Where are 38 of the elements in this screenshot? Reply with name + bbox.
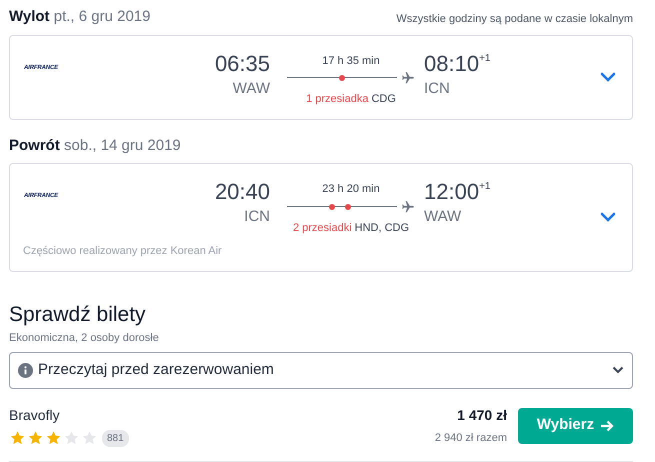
- timezone-note: Wszystkie godziny są podane w czasie lokalnym: [396, 12, 633, 27]
- day-offset: +1: [479, 180, 490, 194]
- airport-code: ICN: [244, 207, 270, 227]
- stops-count: 2 przesiadki: [292, 220, 352, 236]
- stop-airports: CDG: [371, 92, 396, 107]
- stops-count: 1 przesiadka: [306, 92, 368, 107]
- plane-icon: [401, 71, 415, 85]
- section-heading: Wylot pt., 6 gru 2019: [9, 7, 150, 27]
- section-heading: Powrót sob., 14 gru 2019: [9, 136, 181, 156]
- airport-code: ICN: [424, 78, 450, 98]
- expand-chevron-icon[interactable]: [600, 72, 616, 82]
- star-icon: [81, 430, 98, 446]
- notice-dropdown[interactable]: Przeczytaj przed zarezerwowaniem: [9, 352, 633, 388]
- expand-chevron-icon[interactable]: [600, 212, 616, 222]
- star-icon: [63, 430, 80, 446]
- star-icon: [27, 430, 44, 446]
- section-title: Sprawdź bilety: [9, 302, 147, 328]
- arrival-time: 12:00: [424, 179, 480, 205]
- star-icon: [9, 430, 26, 446]
- day-offset: +1: [479, 52, 490, 66]
- airport-code: WAW: [424, 207, 462, 227]
- total-price: 2 940 zł razem: [434, 430, 507, 446]
- price: 1 470 zł: [457, 406, 507, 425]
- flight-duration: 23 h 20 min: [322, 182, 380, 197]
- arrival-time: 08:10: [424, 50, 480, 76]
- arrow-icon: [600, 420, 614, 432]
- flight-duration: 17 h 35 min: [322, 54, 380, 68]
- star-icon: [45, 430, 62, 446]
- ticket-subtitle: Ekonomiczna, 2 osoby dorosłe: [9, 331, 160, 346]
- stop-airports: HND, CDG: [354, 220, 410, 236]
- operator-note: Częściowo realizowany przez Korean Air: [23, 244, 222, 258]
- review-count-badge: 881: [102, 430, 129, 446]
- departure-time: 06:35: [214, 50, 270, 76]
- departure-time: 20:40: [214, 179, 270, 205]
- provider-name: Bravofly: [9, 406, 61, 425]
- plane-icon: [401, 200, 415, 214]
- info-icon: [18, 362, 33, 378]
- airport-code: WAW: [232, 78, 270, 98]
